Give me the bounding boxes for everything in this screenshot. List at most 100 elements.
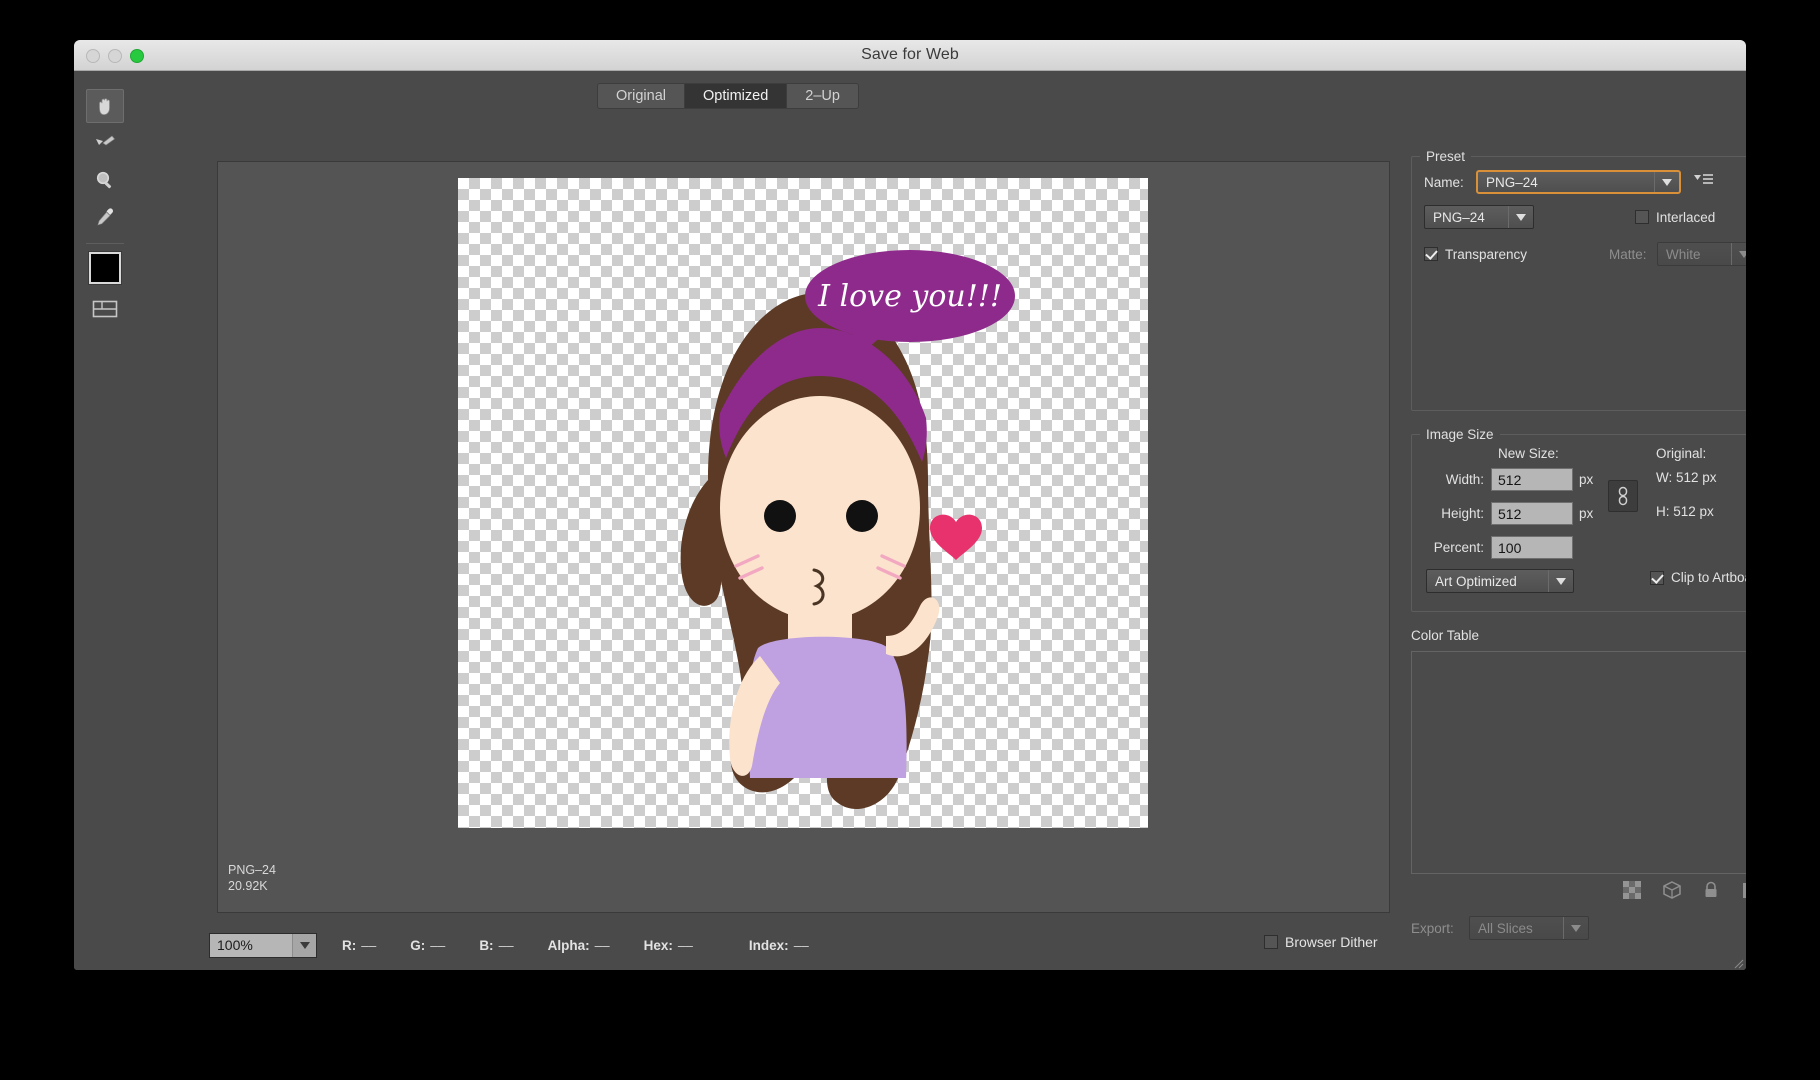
artwork-transparency-backdrop: I love you!!! xyxy=(458,178,1148,828)
chevron-down-icon xyxy=(1508,206,1533,228)
chain-link-icon xyxy=(1618,486,1628,506)
height-row: Height: 512 px xyxy=(1426,502,1593,525)
export-row: Export: All Slices xyxy=(1411,916,1746,940)
preset-group-title: Preset xyxy=(1426,149,1466,164)
file-size-label: 20.92K xyxy=(228,879,268,893)
window-title: Save for Web xyxy=(861,46,959,63)
export-value: All Slices xyxy=(1478,920,1533,936)
preset-menu-button[interactable] xyxy=(1694,173,1713,192)
view-mode-tabs: Original Optimized 2–Up xyxy=(144,83,1312,109)
clip-to-artboard-checkbox[interactable]: Clip to Artboard xyxy=(1650,570,1746,585)
width-row: Width: 512 px xyxy=(1426,468,1593,491)
lock-color-icon[interactable] xyxy=(1703,881,1719,899)
width-label: Width: xyxy=(1445,472,1484,487)
preset-name-value: PNG–24 xyxy=(1486,174,1538,190)
transparency-checkbox[interactable]: Transparency xyxy=(1424,247,1609,262)
readout-hex: Hex: –– xyxy=(643,937,693,953)
matte-label: Matte: xyxy=(1609,246,1647,262)
percent-label: Percent: xyxy=(1433,540,1484,555)
chevron-down-icon xyxy=(1731,243,1746,265)
eyedropper-tool[interactable] xyxy=(86,200,124,234)
resize-grip[interactable] xyxy=(1732,957,1744,969)
original-height: H: 512 px xyxy=(1656,504,1714,519)
preset-name-dropdown[interactable]: PNG–24 xyxy=(1476,170,1681,194)
left-eye xyxy=(764,500,796,532)
web-shift-cube-icon[interactable] xyxy=(1663,881,1681,899)
file-format-value: PNG–24 xyxy=(1433,209,1485,225)
toggle-slices-visibility-button[interactable] xyxy=(86,294,124,324)
resample-quality-dropdown[interactable]: Art Optimized xyxy=(1426,569,1574,593)
preset-group: Preset Name: PNG–24 PNG–24 Interlaced Tr… xyxy=(1411,149,1746,411)
file-format-dropdown[interactable]: PNG–24 xyxy=(1424,205,1534,229)
color-table-header: Color Table xyxy=(1411,626,1746,645)
preset-name-label: Name: xyxy=(1424,174,1464,190)
tab-optimized[interactable]: Optimized xyxy=(684,83,787,109)
readout-index: Index: –– xyxy=(748,937,809,953)
zoom-level-value: 100% xyxy=(210,933,292,957)
resample-quality-value: Art Optimized xyxy=(1435,573,1517,589)
preview-canvas-frame: I love you!!! PNG–24 20.92K xyxy=(217,161,1390,913)
image-size-group-title: Image Size xyxy=(1426,427,1494,442)
original-label: Original: xyxy=(1656,446,1707,461)
chevron-down-icon xyxy=(1563,917,1588,939)
slice-select-tool[interactable] xyxy=(86,126,124,160)
matte-dropdown[interactable]: White xyxy=(1657,242,1746,266)
slice-select-icon xyxy=(96,135,115,146)
chevron-down-icon xyxy=(1654,172,1679,192)
export-dropdown[interactable]: All Slices xyxy=(1469,916,1589,940)
eyedropper-icon xyxy=(97,208,114,226)
file-format-label: PNG–24 xyxy=(228,863,276,877)
original-width: W: 512 px xyxy=(1656,470,1717,485)
dress-shape xyxy=(748,636,907,778)
matte-value: White xyxy=(1666,246,1701,262)
interlaced-label: Interlaced xyxy=(1656,209,1716,225)
optimized-file-info: PNG–24 20.92K xyxy=(228,862,276,894)
chevron-down-icon xyxy=(292,933,316,957)
heart-shape xyxy=(930,514,982,560)
height-label: Height: xyxy=(1441,506,1484,521)
transparency-box xyxy=(1424,247,1438,261)
transparency-label: Transparency xyxy=(1445,246,1528,262)
interlaced-checkbox[interactable]: Interlaced xyxy=(1635,210,1715,225)
percent-row: Percent: 100 xyxy=(1426,536,1573,559)
settings-panel: Preset Name: PNG–24 PNG–24 Interlaced Tr… xyxy=(1411,149,1746,940)
speech-bubble-text: I love you!!! xyxy=(817,279,1002,314)
foreground-color-swatch[interactable] xyxy=(89,252,121,284)
percent-input[interactable]: 100 xyxy=(1491,536,1573,559)
hand-tool[interactable] xyxy=(86,89,124,123)
right-eye xyxy=(846,500,878,532)
tab-2up[interactable]: 2–Up xyxy=(786,83,859,109)
slice-visibility-icon xyxy=(92,300,118,318)
tool-palette xyxy=(86,89,128,324)
transparency-swatch-icon[interactable] xyxy=(1623,881,1641,899)
tab-original[interactable]: Original xyxy=(597,83,684,109)
save-for-web-window: Save for Web Original Optimized 2–Up I l… xyxy=(74,40,1746,970)
new-size-label: New Size: xyxy=(1498,446,1559,461)
panel-menu-icon xyxy=(1694,173,1713,184)
readout-alpha: Alpha: –– xyxy=(547,937,610,953)
preset-name-row: Name: PNG–24 xyxy=(1424,170,1746,194)
preview-canvas[interactable]: I love you!!! PNG–24 20.92K xyxy=(218,162,1389,912)
width-input[interactable]: 512 xyxy=(1491,468,1573,491)
width-unit: px xyxy=(1579,472,1594,487)
new-color-icon[interactable] xyxy=(1741,881,1746,899)
dialog-body: Original Optimized 2–Up I love you!!! PN… xyxy=(74,71,1746,970)
browser-dither-label: Browser Dither xyxy=(1285,934,1378,950)
browser-dither-box xyxy=(1264,935,1278,949)
image-size-group: Image Size New Size: Original: Width: 51… xyxy=(1411,427,1746,612)
window-titlebar: Save for Web xyxy=(74,40,1746,71)
zoom-tool[interactable] xyxy=(86,163,124,197)
export-label: Export: xyxy=(1411,920,1454,936)
hand-icon xyxy=(99,98,110,115)
format-row: PNG–24 Interlaced xyxy=(1424,205,1746,229)
color-table-swatches[interactable] xyxy=(1411,651,1746,874)
interlaced-box xyxy=(1635,210,1649,224)
height-input[interactable]: 512 xyxy=(1491,502,1573,525)
browser-dither-checkbox[interactable]: Browser Dither xyxy=(1264,934,1378,950)
zoom-level-dropdown[interactable]: 100% xyxy=(209,932,317,958)
magnifier-icon xyxy=(96,171,112,189)
constrain-proportions-button[interactable] xyxy=(1608,480,1638,512)
readout-b: B: –– xyxy=(479,937,514,953)
clip-to-artboard-label: Clip to Artboard xyxy=(1671,570,1746,585)
readout-r: R: –– xyxy=(342,937,377,953)
